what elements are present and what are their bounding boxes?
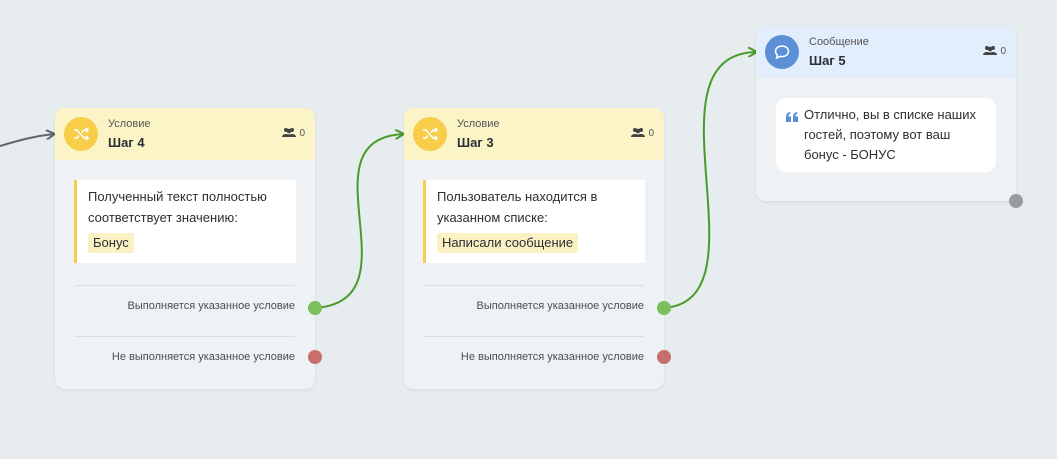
condition-card[interactable]: Полученный текст полностью соответствует… xyxy=(74,180,296,263)
users-count: 0 xyxy=(648,128,654,139)
message-card[interactable]: Отлично, вы в списке наших гостей, поэто… xyxy=(776,98,996,172)
node-title: Шаг 4 xyxy=(108,135,145,150)
output-yes-label: Выполняется указанное условие xyxy=(127,300,296,312)
node-header[interactable]: Сообщение Шаг 5 0 xyxy=(756,26,1016,78)
link-step3-to-step5[interactable] xyxy=(663,52,756,309)
node-title: Шаг 5 xyxy=(809,53,846,68)
output-yes-label: Выполняется указанное условие xyxy=(476,300,645,312)
chat-bubble-icon xyxy=(765,35,799,69)
users-counter: 0 xyxy=(282,127,305,140)
divider xyxy=(424,285,644,286)
condition-value-tag: Бонус xyxy=(88,233,134,253)
shuffle-icon xyxy=(64,117,98,151)
users-counter: 0 xyxy=(631,127,654,140)
link-step4-to-step3[interactable] xyxy=(314,134,403,309)
users-count: 0 xyxy=(299,128,305,139)
node-type-label: Условие xyxy=(108,118,151,130)
condition-text: Полученный текст полностью соответствует… xyxy=(88,189,267,225)
users-icon xyxy=(282,127,297,140)
users-counter: 0 xyxy=(983,45,1006,58)
incoming-link[interactable] xyxy=(0,134,54,147)
condition-text: Пользователь находится в указанном списк… xyxy=(437,189,598,225)
output-yes-port-step4[interactable] xyxy=(308,301,322,315)
output-no-port-step4[interactable] xyxy=(308,350,322,364)
quote-icon xyxy=(786,108,798,128)
users-icon xyxy=(983,45,998,58)
output-no-label: Не выполняется указанное условие xyxy=(460,351,644,363)
node-header[interactable]: Условие Шаг 3 0 xyxy=(404,108,664,160)
divider xyxy=(75,336,295,337)
users-icon xyxy=(631,127,646,140)
node-title: Шаг 3 xyxy=(457,135,494,150)
output-no-port-step3[interactable] xyxy=(657,350,671,364)
output-port-step5[interactable] xyxy=(1009,194,1023,208)
message-node-step5[interactable]: Сообщение Шаг 5 0 Отлично, вы в списке н… xyxy=(756,26,1016,201)
users-count: 0 xyxy=(1000,46,1006,57)
divider xyxy=(424,336,644,337)
shuffle-icon xyxy=(413,117,447,151)
divider xyxy=(75,285,295,286)
message-text: Отлично, вы в списке наших гостей, поэто… xyxy=(804,107,976,162)
output-yes-port-step3[interactable] xyxy=(657,301,671,315)
condition-value-tag: Написали сообщение xyxy=(437,233,579,253)
node-type-label: Условие xyxy=(457,118,500,130)
node-header[interactable]: Условие Шаг 4 0 xyxy=(55,108,315,160)
output-no-label: Не выполняется указанное условие xyxy=(111,351,295,363)
condition-node-step3[interactable]: Условие Шаг 3 0 Пользователь находится в… xyxy=(404,108,664,389)
condition-card[interactable]: Пользователь находится в указанном списк… xyxy=(423,180,645,263)
node-type-label: Сообщение xyxy=(809,36,869,48)
condition-node-step4[interactable]: Условие Шаг 4 0 Полученный текст полност… xyxy=(55,108,315,389)
